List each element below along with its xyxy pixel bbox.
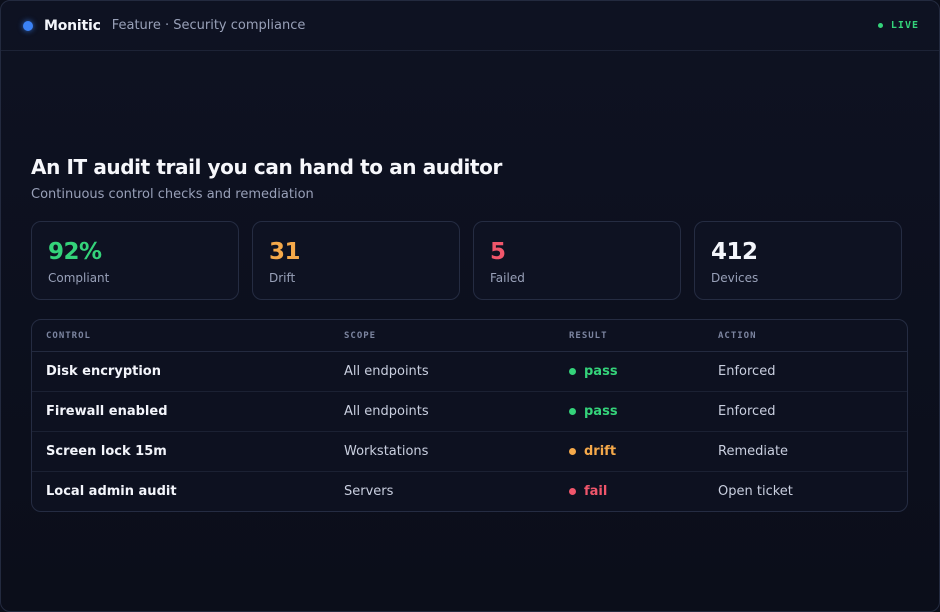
table-header: CONTROL SCOPE RESULT ACTION [32, 320, 907, 352]
scope-cell: All endpoints [344, 364, 429, 379]
brand-name[interactable]: Monitic [44, 18, 101, 34]
table-row[interactable]: Firewall enabled All endpoints pass Enfo… [32, 392, 907, 432]
result-cell: fail [569, 484, 718, 499]
result-label: drift [584, 444, 617, 459]
stat-value: 31 [269, 239, 301, 265]
control-name: Firewall enabled [46, 404, 168, 419]
status-dot-icon [569, 488, 576, 495]
controls-table: CONTROL SCOPE RESULT ACTION Disk encrypt… [31, 319, 908, 512]
result-cell: drift [569, 444, 718, 459]
status-dot-icon [569, 368, 576, 375]
stat-label: Failed [490, 271, 525, 285]
stat-label: Devices [711, 271, 759, 285]
main-content: An IT audit trail you can hand to an aud… [1, 155, 939, 512]
action-cell[interactable]: Open ticket [718, 484, 907, 499]
live-dot-icon [877, 23, 883, 28]
control-name: Disk encryption [46, 364, 161, 379]
result-label: pass [584, 364, 618, 379]
control-name: Local admin audit [46, 484, 177, 499]
stat-label: Compliant [48, 271, 110, 285]
stat-value: 5 [490, 239, 506, 265]
column-header-action[interactable]: ACTION [718, 331, 907, 341]
status-dot-icon [569, 408, 576, 415]
table-row[interactable]: Screen lock 15m Workstations drift Remed… [32, 432, 907, 472]
breadcrumb: Feature · Security compliance [111, 18, 306, 33]
page-title: An IT audit trail you can hand to an aud… [31, 155, 502, 179]
status-dot-icon [569, 448, 576, 455]
result-label: pass [584, 404, 618, 419]
top-bar: Monitic Feature · Security compliance LI… [1, 1, 939, 51]
table-row[interactable]: Local admin audit Servers fail Open tick… [32, 472, 907, 511]
result-cell: pass [569, 404, 718, 419]
column-header-control[interactable]: CONTROL [32, 331, 344, 341]
app-window: Monitic Feature · Security compliance LI… [0, 0, 940, 612]
result-label: fail [584, 484, 608, 499]
result-cell: pass [569, 364, 718, 379]
control-name: Screen lock 15m [46, 444, 167, 459]
column-header-scope[interactable]: SCOPE [344, 331, 569, 341]
brand-logo-icon [23, 20, 33, 31]
stat-value: 92% [48, 239, 102, 265]
stat-card-compliant: 92% Compliant [31, 221, 239, 300]
live-status-label: LIVE [890, 20, 919, 31]
action-cell[interactable]: Remediate [718, 444, 907, 459]
stat-label: Drift [269, 271, 296, 285]
page-subtitle: Continuous control checks and remediatio… [31, 187, 314, 202]
column-header-result[interactable]: RESULT [569, 331, 718, 341]
stats-row: 92% Compliant 31 Drift 5 Failed 412 Devi… [31, 221, 909, 300]
stat-card-devices: 412 Devices [694, 221, 902, 300]
stat-card-failed: 5 Failed [473, 221, 681, 300]
scope-cell: Workstations [344, 444, 429, 459]
scope-cell: Servers [344, 484, 394, 499]
action-cell[interactable]: Enforced [718, 404, 907, 419]
action-cell[interactable]: Enforced [718, 364, 907, 379]
stat-value: 412 [711, 239, 758, 265]
live-status-badge: LIVE [877, 20, 919, 31]
scope-cell: All endpoints [344, 404, 429, 419]
table-row[interactable]: Disk encryption All endpoints pass Enfor… [32, 352, 907, 392]
stat-card-drift: 31 Drift [252, 221, 460, 300]
